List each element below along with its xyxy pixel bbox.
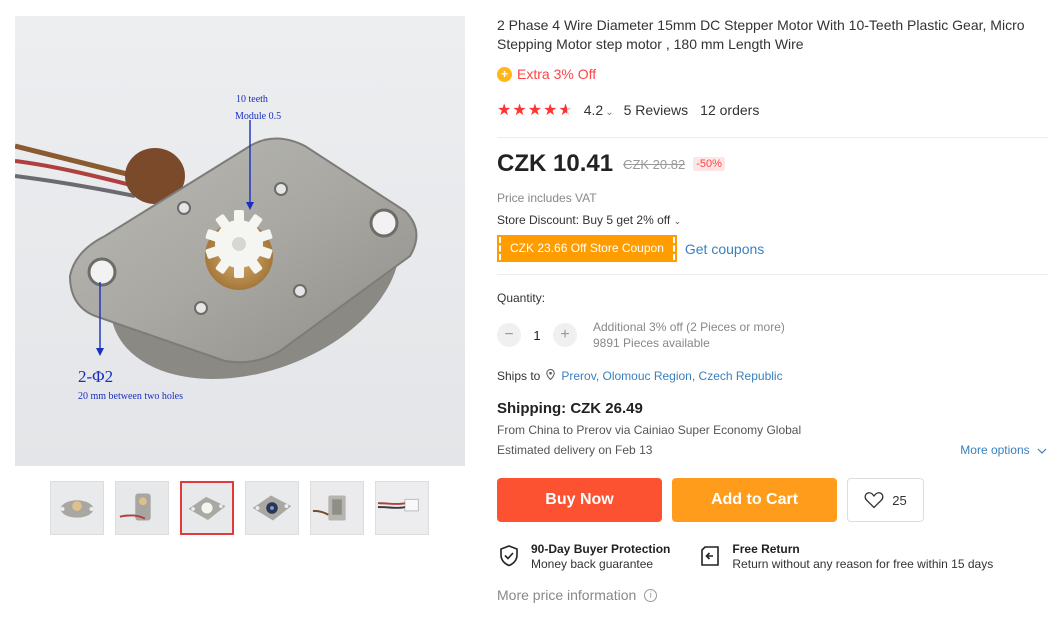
current-price: CZK 10.41 [497,150,614,177]
store-discount[interactable]: Store Discount: Buy 5 get 2% off ⌄ [497,213,681,227]
heart-icon [864,492,884,509]
thumbnail-1[interactable] [50,481,104,535]
rating-value: 4.2 [583,102,604,118]
action-buttons: Buy Now Add to Cart 25 [497,478,924,522]
estimated-delivery: Estimated delivery on Feb 13 [497,443,653,457]
quantity-row: − 1 + Additional 3% off (2 Pieces or mor… [497,319,785,351]
buy-now-button[interactable]: Buy Now [497,478,662,522]
add-to-cart-button[interactable]: Add to Cart [672,478,837,522]
more-price-info-label: More price information [497,587,637,603]
shield-check-icon [500,545,518,567]
shipping-location-link[interactable]: Prerov, Olomouc Region, Czech Republic [561,369,782,383]
rating-row: ★★★★★ 4.2 ⌄ 5 Reviews 12 orders [497,100,759,120]
extra-offer: + Extra 3% Off [497,66,596,82]
guarantees: 90-Day Buyer Protection Money back guara… [497,542,1021,572]
extra-offer-label: Extra 3% Off [517,66,597,82]
main-product-image[interactable]: 10 teeth Module 0.5 2-Φ2 20 mm between t… [15,16,465,466]
quantity-info: Additional 3% off (2 Pieces or more) 989… [593,319,785,351]
reviews-link[interactable]: 5 Reviews [624,102,689,118]
wishlist-button[interactable]: 25 [847,478,924,522]
more-price-info[interactable]: More price information i [497,587,658,603]
thumbnail-5[interactable] [310,481,364,535]
location-pin-icon [546,368,556,383]
get-coupons-link[interactable]: Get coupons [685,241,764,257]
coupon-row: CZK 23.66 Off Store Coupon Get coupons [497,235,764,262]
shipping-route: From China to Prerov via Cainiao Super E… [497,423,802,437]
more-options-label: More options [960,443,1030,457]
vat-note: Price includes VAT [497,191,597,205]
more-options-link[interactable]: More options [960,443,1047,457]
chevron-down-icon: ⌄ [673,216,682,226]
decrease-quantity-button[interactable]: − [497,323,521,347]
wishlist-count: 25 [892,492,907,508]
store-coupon[interactable]: CZK 23.66 Off Store Coupon [497,235,677,262]
pieces-available: 9891 Pieces available [593,336,710,350]
price-row: CZK 10.41 CZK 20.82 -50% [497,150,725,178]
original-price: CZK 20.82 [623,156,686,172]
chevron-down-icon: ⌄ [605,107,614,118]
product-info-panel: 2 Phase 4 Wire Diameter 15mm DC Stepper … [497,0,1053,623]
chevron-down-icon [1037,443,1047,457]
free-return-title: Free Return [732,542,800,556]
store-discount-label: Store Discount: Buy 5 get 2% off [497,213,671,227]
quantity-label: Quantity: [497,291,546,305]
annotation-module: Module 0.5 [235,111,281,122]
thumbnail-4[interactable] [245,481,299,535]
divider [497,137,1048,138]
buyer-protection-title: 90-Day Buyer Protection [531,542,671,556]
divider [497,274,1048,275]
thumbnail-strip [50,481,430,535]
annotation-distance: 20 mm between two holes [78,391,183,402]
free-return-subtitle: Return without any reason for free withi… [732,557,994,571]
thumbnail-3[interactable] [180,481,234,535]
ships-to-label: Ships to [497,369,541,383]
info-icon: i [644,588,658,602]
shipping-cost: Shipping: CZK 26.49 [497,400,643,417]
thumbnail-6[interactable] [375,481,429,535]
buyer-protection[interactable]: 90-Day Buyer Protection Money back guara… [497,542,670,572]
rating-stars: ★★★★★ [497,102,574,119]
quantity-input[interactable]: 1 [521,328,553,343]
product-title: 2 Phase 4 Wire Diameter 15mm DC Stepper … [497,17,1025,52]
bulk-discount-note: Additional 3% off (2 Pieces or more) [593,320,785,334]
coin-icon: + [497,66,512,82]
increase-quantity-button[interactable]: + [553,323,577,347]
annotation-holes: 2-Φ2 [78,367,113,386]
discount-badge: -50% [693,157,725,171]
orders-count: 12 orders [700,102,760,118]
return-box-icon [701,546,720,566]
free-return[interactable]: Free Return Return without any reason fo… [698,542,993,572]
thumbnail-2[interactable] [115,481,169,535]
annotation-teeth: 10 teeth [236,94,268,105]
buyer-protection-subtitle: Money back guarantee [531,557,654,571]
rating-score[interactable]: 4.2 ⌄ [584,102,614,118]
ships-to-row: Ships to Prerov, Olomouc Region, Czech R… [497,368,783,383]
